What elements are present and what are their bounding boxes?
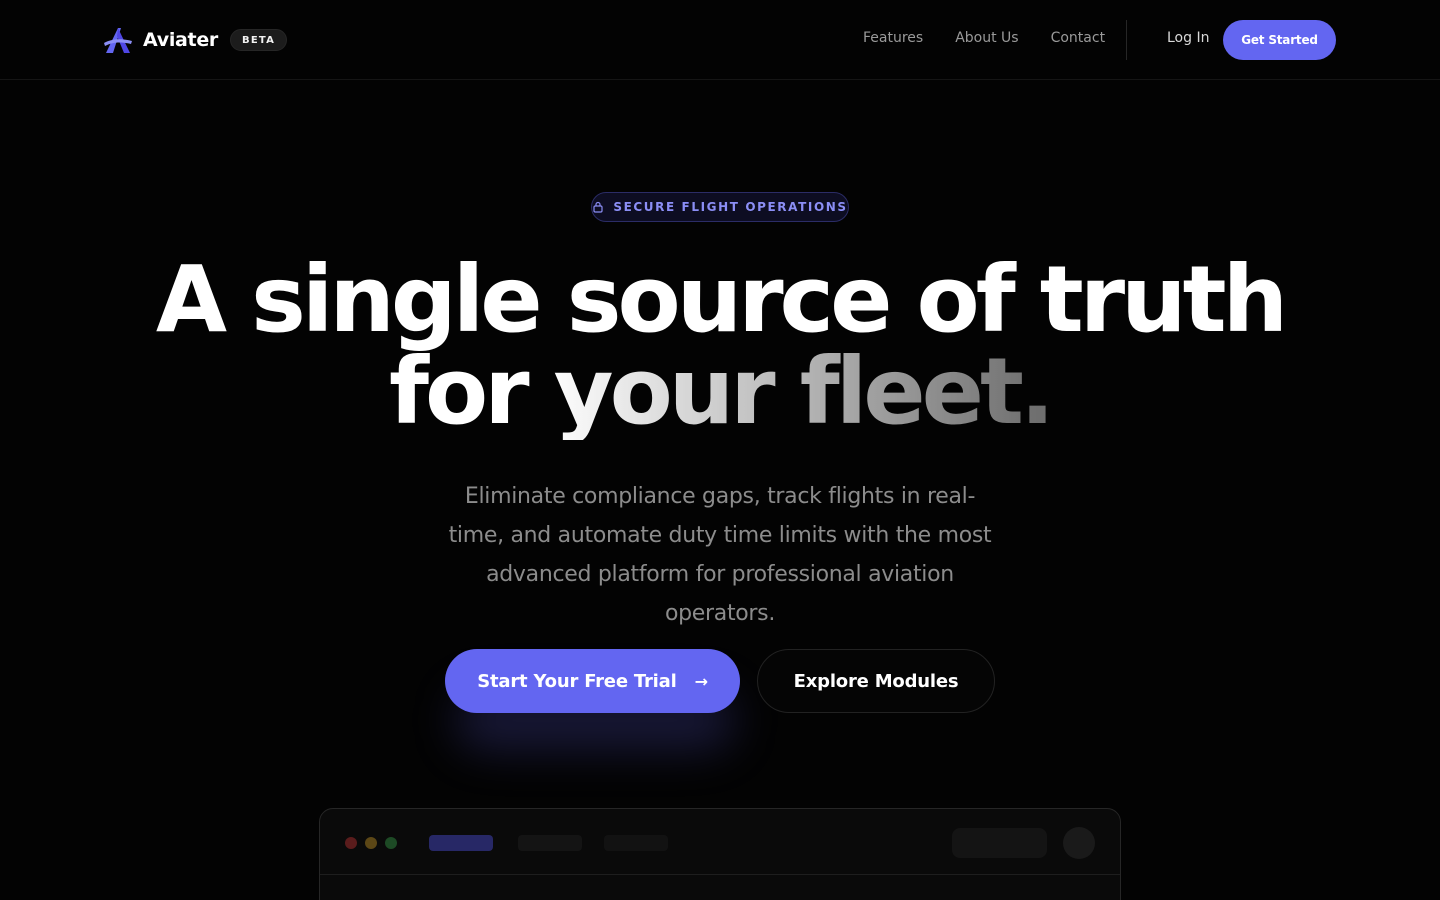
window-minimize-dot: [365, 837, 377, 849]
nav-link-contact[interactable]: Contact: [1051, 30, 1105, 46]
arrow-right-icon: →: [694, 671, 708, 691]
preview-tab-active: [429, 835, 493, 851]
start-free-trial-label: Start Your Free Trial: [477, 670, 677, 692]
preview-tab: [604, 835, 668, 851]
hero-badge-label: SECURE FLIGHT OPERATIONS: [613, 200, 848, 214]
nav-divider: [1126, 20, 1127, 60]
nav-links: Features About Us Contact: [863, 30, 1137, 46]
preview-title-bar: [320, 809, 1120, 875]
brand-name: Aviater: [143, 29, 218, 51]
top-navigation: Aviater BETA Features About Us Contact L…: [0, 0, 1440, 80]
brand-logo[interactable]: Aviater BETA: [103, 26, 288, 54]
hero-headline-line-1: A single source of truth: [155, 246, 1288, 353]
hero-badge: SECURE FLIGHT OPERATIONS: [591, 192, 849, 222]
login-link[interactable]: Log In: [1167, 30, 1209, 46]
explore-modules-button[interactable]: Explore Modules: [757, 649, 995, 713]
window-close-dot: [345, 837, 357, 849]
aviater-logo-icon: [104, 28, 132, 53]
nav-link-features[interactable]: Features: [863, 30, 923, 46]
preview-tab: [518, 835, 582, 851]
nav-link-about-us[interactable]: About Us: [955, 30, 1018, 46]
lock-icon: [593, 201, 603, 213]
app-preview-window: [319, 808, 1121, 900]
preview-search-placeholder: [952, 828, 1047, 858]
get-started-button[interactable]: Get Started: [1223, 20, 1336, 60]
preview-avatar: [1063, 827, 1095, 859]
hero-subheadline: Eliminate compliance gaps, track flights…: [448, 484, 992, 626]
hero-headline-line-2: for your fleet.: [0, 344, 1440, 440]
window-maximize-dot: [385, 837, 397, 849]
start-free-trial-button[interactable]: Start Your Free Trial →: [445, 649, 740, 713]
beta-badge: BETA: [230, 29, 288, 51]
